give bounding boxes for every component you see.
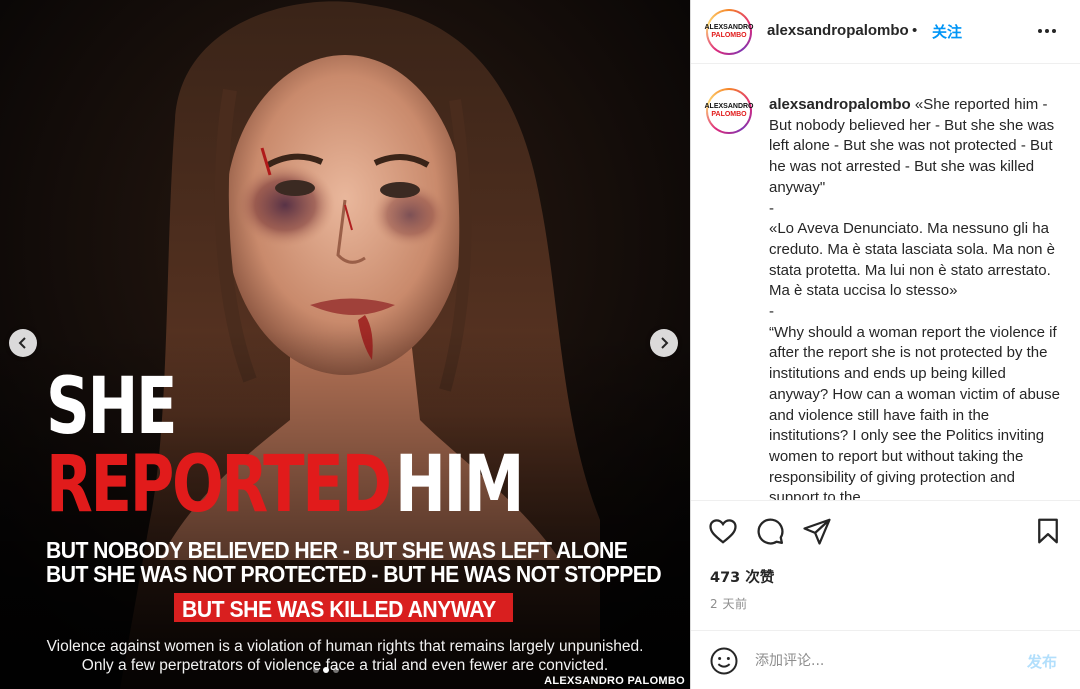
post-media: SHE REPORTED HIM BUT NOBODY BELIEVED HER… (0, 0, 690, 689)
headline-she: SHE (46, 362, 178, 452)
header-separator: • (912, 22, 918, 39)
post-header: ALEXSANDRO PALOMBO alexsandropalombo • 关… (691, 0, 1080, 64)
poster-caption-2: Only a few perpetrators of violence face… (81, 657, 609, 674)
avatar-logo: ALEXSANDRO PALOMBO (705, 103, 754, 119)
caption-paragraph: alexsandropalombo «She reported him - Bu… (769, 95, 1067, 199)
more-horizontal-icon (1038, 29, 1056, 33)
avatar-inner: ALEXSANDRO PALOMBO (705, 90, 754, 132)
avatar-logo: ALEXSANDRO PALOMBO (705, 24, 754, 40)
header-username[interactable]: alexsandropalombo (767, 22, 909, 39)
post-time[interactable]: 2 天前 (710, 595, 747, 612)
caption-paragraph: - (769, 199, 774, 217)
avatar-logo-bottom: PALOMBO (711, 111, 747, 118)
comment-avatar[interactable]: ALEXSANDRO PALOMBO (705, 88, 754, 134)
caption-comment: alexsandropalombo «She reported him - Bu… (769, 95, 1067, 501)
poster-caption-1: Violence against women is a violation of… (46, 638, 644, 655)
post-side-panel: ALEXSANDRO PALOMBO alexsandropalombo • 关… (690, 0, 1080, 689)
follow-button[interactable]: 关注 (932, 21, 962, 42)
avatar-logo-top: ALEXSANDRO (704, 103, 754, 110)
bookmark-icon[interactable] (1033, 516, 1063, 546)
avatar-inner: ALEXSANDRO PALOMBO (705, 11, 754, 53)
add-comment-bar: 发布 (691, 630, 1080, 689)
headline-him: HIM (395, 440, 524, 530)
action-bar (691, 502, 1080, 554)
more-options-button[interactable] (1027, 16, 1067, 46)
paper-plane-icon[interactable] (802, 516, 832, 546)
watermark: ALEXSANDRO PALOMBO (544, 675, 685, 687)
chevron-left-icon (18, 337, 26, 349)
caption-paragraph: “Why should a woman report the violence … (769, 323, 1060, 501)
caption-paragraph: - (769, 303, 774, 321)
headline-reported: REPORTED (46, 440, 392, 530)
comment-username[interactable]: alexsandropalombo (769, 96, 911, 113)
carousel-dot (333, 667, 339, 673)
carousel-next-button[interactable] (650, 329, 678, 357)
comments-area[interactable]: ALEXSANDRO PALOMBO alexsandropalombo «Sh… (691, 65, 1080, 501)
caption-paragraph: «Lo Aveva Denunciato. Ma nessuno gli ha … (769, 220, 1055, 300)
highlight-text: BUT SHE WAS KILLED ANYWAY (182, 596, 496, 622)
carousel-dot (313, 667, 319, 673)
emoji-smile-icon[interactable] (709, 646, 739, 676)
subline-1: BUT NOBODY BELIEVED HER - BUT SHE WAS LE… (46, 537, 628, 563)
avatar[interactable]: ALEXSANDRO PALOMBO (705, 9, 754, 55)
subline-2: BUT SHE WAS NOT PROTECTED - BUT HE WAS N… (46, 561, 662, 587)
carousel-prev-button[interactable] (9, 329, 37, 357)
carousel-dots (313, 667, 339, 673)
heart-icon[interactable] (708, 516, 738, 546)
avatar-logo-bottom: PALOMBO (711, 32, 747, 39)
avatar-logo-top: ALEXSANDRO (704, 24, 754, 31)
carousel-dot-active (323, 667, 329, 673)
comment-bubble-icon[interactable] (755, 516, 785, 546)
likes-count[interactable]: 473 次赞 (710, 566, 774, 587)
chevron-right-icon (661, 337, 669, 349)
post-comment-button[interactable]: 发布 (1027, 651, 1057, 672)
comment-input[interactable] (755, 649, 1005, 673)
